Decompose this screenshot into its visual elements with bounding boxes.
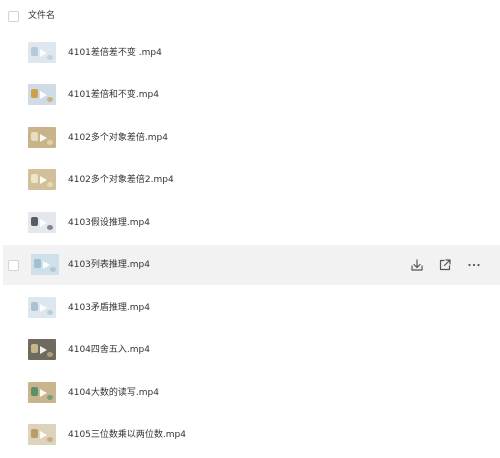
video-thumbnail (28, 424, 56, 445)
play-icon (43, 260, 50, 269)
thumbnail-figure (47, 97, 53, 102)
thumbnail-figure (31, 89, 38, 98)
thumbnail-figure (31, 132, 38, 141)
video-thumbnail (28, 127, 56, 148)
file-list: 文件名 4101差倍差不变 .mp4 4101差倍和不变.mp4 4102多个对象差… (0, 0, 500, 458)
file-name[interactable]: 4101差倍差不变 .mp4 (68, 46, 162, 60)
file-row[interactable]: 4103列表推理.mp4 (3, 245, 500, 285)
thumbnail-figure (47, 140, 53, 145)
share-icon (437, 257, 453, 273)
video-thumbnail (28, 382, 56, 403)
thumbnail-figure (47, 55, 53, 60)
file-name[interactable]: 4103列表推理.mp4 (68, 258, 150, 272)
row-actions (403, 257, 493, 273)
thumbnail-figure (47, 395, 53, 400)
more-button[interactable] (466, 257, 482, 273)
video-thumbnail (28, 42, 56, 63)
video-thumbnail (28, 84, 56, 105)
select-all-checkbox[interactable] (8, 11, 19, 22)
play-icon (40, 48, 47, 57)
column-header-filename[interactable]: 文件名 (28, 9, 55, 23)
file-row[interactable]: 4105三位数乘以两位数.mp4 (0, 415, 500, 455)
play-icon (40, 388, 47, 397)
video-thumbnail (28, 169, 56, 190)
play-icon (40, 218, 47, 227)
thumbnail-figure (47, 352, 53, 357)
file-row[interactable]: 4104四舍五入.mp4 (0, 330, 500, 370)
video-thumbnail (28, 339, 56, 360)
file-row[interactable]: 4103假设推理.mp4 (0, 203, 500, 243)
file-name[interactable]: 4103矛盾推理.mp4 (68, 301, 150, 315)
file-row[interactable]: 4103矛盾推理.mp4 (0, 288, 500, 328)
play-icon (40, 175, 47, 184)
play-icon (40, 303, 47, 312)
file-row[interactable]: 4102多个对象差倍.mp4 (0, 118, 500, 158)
row-checkbox[interactable] (8, 260, 19, 271)
more-icon (466, 257, 482, 273)
thumbnail-figure (31, 47, 38, 56)
file-row[interactable]: 4101差倍差不变 .mp4 (0, 33, 500, 73)
thumbnail-figure (47, 437, 53, 442)
video-thumbnail (31, 254, 59, 275)
thumbnail-figure (34, 259, 41, 268)
thumbnail-figure (31, 344, 38, 353)
thumbnail-figure (31, 387, 38, 396)
video-thumbnail (28, 297, 56, 318)
file-name[interactable]: 4102多个对象差倍2.mp4 (68, 173, 174, 187)
play-icon (40, 345, 47, 354)
play-icon (40, 430, 47, 439)
file-row[interactable]: 4102多个对象差倍2.mp4 (0, 160, 500, 200)
file-row[interactable]: 4104大数的读写.mp4 (0, 373, 500, 413)
file-name[interactable]: 4104四舍五入.mp4 (68, 343, 150, 357)
play-icon (40, 133, 47, 142)
file-name[interactable]: 4101差倍和不变.mp4 (68, 88, 159, 102)
thumbnail-figure (47, 182, 53, 187)
file-name[interactable]: 4102多个对象差倍.mp4 (68, 131, 168, 145)
thumbnail-figure (31, 217, 38, 226)
file-name[interactable]: 4104大数的读写.mp4 (68, 386, 159, 400)
file-name[interactable]: 4103假设推理.mp4 (68, 216, 150, 230)
file-row[interactable]: 4101差倍和不变.mp4 (0, 75, 500, 115)
play-icon (40, 90, 47, 99)
thumbnail-figure (31, 429, 38, 438)
list-header: 文件名 (0, 0, 500, 34)
thumbnail-figure (31, 302, 38, 311)
download-button[interactable] (409, 257, 425, 273)
thumbnail-figure (50, 267, 56, 272)
thumbnail-figure (31, 174, 38, 183)
file-name[interactable]: 4105三位数乘以两位数.mp4 (68, 428, 186, 442)
share-button[interactable] (437, 257, 453, 273)
thumbnail-figure (47, 225, 53, 230)
video-thumbnail (28, 212, 56, 233)
thumbnail-figure (47, 310, 53, 315)
download-icon (409, 257, 425, 273)
